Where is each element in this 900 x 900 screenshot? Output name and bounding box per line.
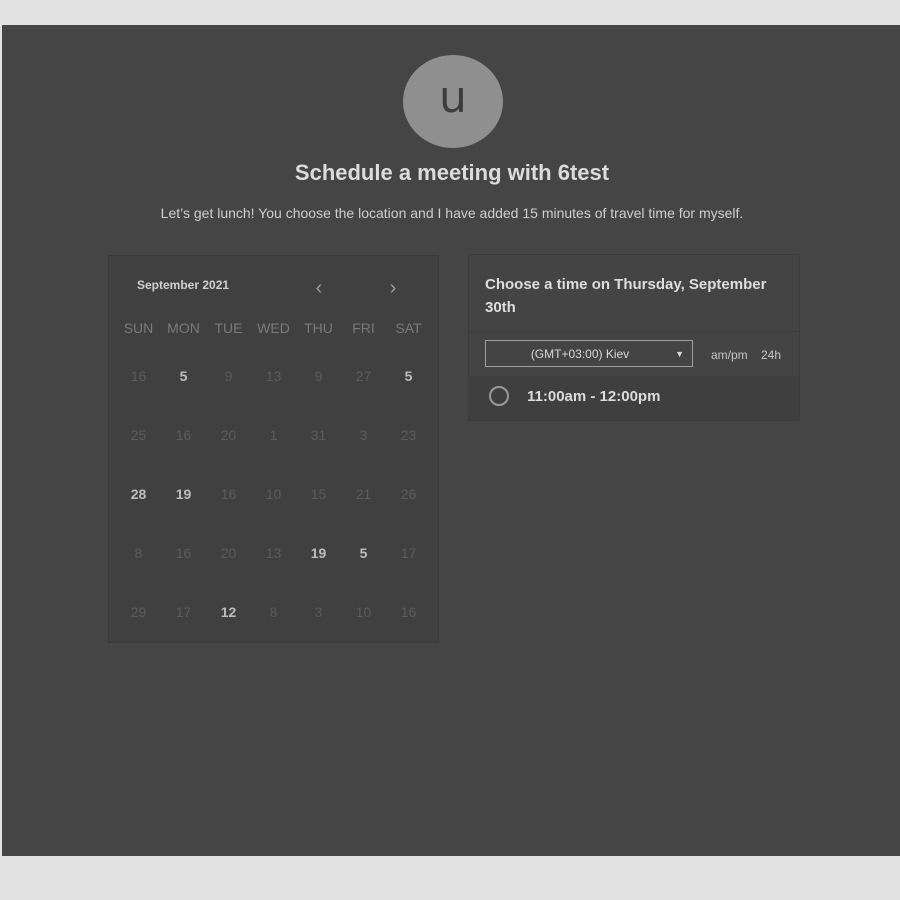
calendar-day: 17 [400, 544, 417, 561]
calendar: September 2021 ‹ › SUN MON TUE WED THU F… [108, 255, 439, 643]
calendar-day: 29 [130, 603, 147, 620]
weekday-label: SAT [395, 320, 422, 336]
calendar-day: 31 [310, 426, 327, 443]
calendar-day: 10 [265, 485, 282, 502]
calendar-day: 20 [220, 426, 237, 443]
radio-icon[interactable] [489, 386, 509, 406]
calendar-day: 17 [175, 603, 192, 620]
calendar-day: 21 [355, 485, 372, 502]
weekday-label: MON [167, 320, 200, 336]
calendar-day: 16 [175, 544, 192, 561]
calendar-day: 25 [130, 426, 147, 443]
calendar-day[interactable]: 19 [296, 523, 341, 582]
calendar-day: 9 [224, 367, 233, 384]
calendar-day: 8 [269, 603, 278, 620]
calendar-day: 3 [314, 603, 323, 620]
calendar-day: 16 [175, 426, 192, 443]
calendar-month-label: September 2021 [137, 278, 230, 292]
calendar-day: 16 [220, 485, 237, 502]
timezone-select[interactable]: (GMT+03:00) Kiev ▼ [485, 340, 693, 367]
calendar-day: 26 [400, 485, 417, 502]
page-subtitle: Let’s get lunch! You choose the location… [160, 205, 744, 221]
calendar-day: 8 [134, 544, 143, 561]
calendar-day: 9 [314, 367, 323, 384]
weekday-label: SUN [123, 320, 154, 336]
calendar-day: 16 [400, 603, 417, 620]
calendar-day: 13 [265, 544, 282, 561]
weekday-label: TUE [214, 320, 243, 336]
time-slot-label: 11:00am - 12:00pm [527, 388, 661, 405]
page-title: Schedule a meeting with 6test [294, 160, 610, 185]
calendar-day: 27 [355, 367, 372, 384]
calendar-day[interactable]: 5 [341, 523, 386, 582]
calendar-grid: 16 5 9 13 9 27 5 25 16 20 1 31 3 23 28 19 16 10 15 21 26 8 16 2… [116, 346, 431, 641]
calendar-day[interactable]: 5 [386, 346, 431, 405]
calendar-day: 16 [130, 367, 147, 384]
calendar-day: 1 [269, 426, 278, 443]
calendar-day: 20 [220, 544, 237, 561]
calendar-day[interactable]: 28 [116, 464, 161, 523]
weekday-header: SUN MON TUE WED THU FRI SAT [116, 320, 431, 336]
calendar-day: 23 [400, 426, 417, 443]
weekday-label: FRI [352, 320, 375, 336]
ampm-toggle[interactable]: am/pm [711, 348, 748, 362]
calendar-day[interactable]: 12 [206, 582, 251, 641]
calendar-day: 13 [265, 367, 282, 384]
avatar-letter: u [439, 72, 467, 123]
time-slot[interactable]: 11:00am - 12:00pm [469, 376, 799, 420]
calendar-day: 10 [355, 603, 372, 620]
weekday-label: WED [257, 320, 290, 336]
chevron-left-icon[interactable]: ‹ [309, 278, 329, 298]
24h-toggle[interactable]: 24h [761, 348, 781, 362]
calendar-day[interactable]: 19 [161, 464, 206, 523]
calendar-day[interactable]: 5 [161, 346, 206, 405]
weekday-label: THU [304, 320, 333, 336]
chevron-right-icon[interactable]: › [383, 278, 403, 298]
calendar-day: 15 [310, 485, 327, 502]
timezone-value: (GMT+03:00) Kiev [530, 347, 630, 361]
time-picker-heading: Choose a time on Thursday, September 30t… [469, 255, 799, 332]
calendar-day: 3 [359, 426, 368, 443]
time-picker: Choose a time on Thursday, September 30t… [468, 254, 800, 421]
scheduler-panel: u Schedule a meeting with 6test Let’s ge… [2, 25, 900, 856]
avatar: u [403, 55, 503, 148]
caret-down-icon: ▼ [675, 349, 684, 359]
timezone-row: (GMT+03:00) Kiev ▼ am/pm 24h [469, 332, 799, 376]
